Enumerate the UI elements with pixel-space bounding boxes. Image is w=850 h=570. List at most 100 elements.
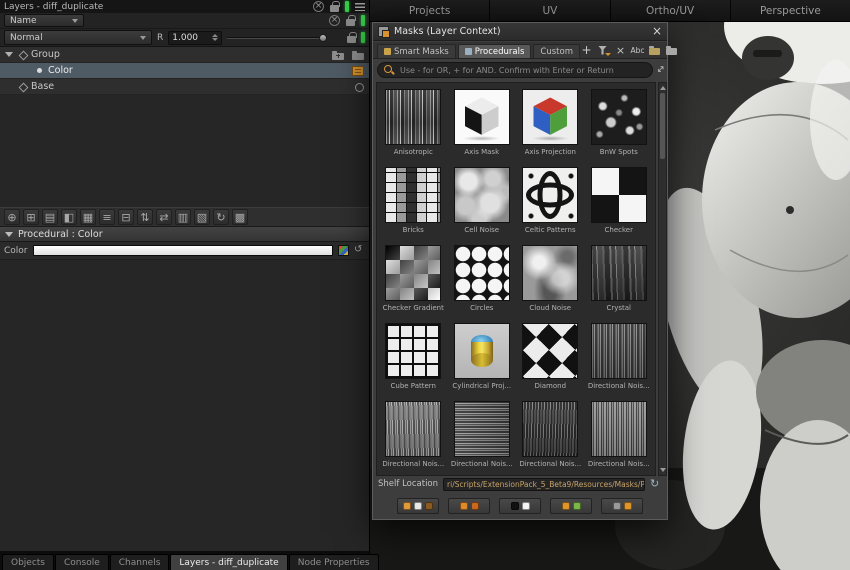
spinner-arrows-icon[interactable]: [212, 34, 218, 41]
reset-icon[interactable]: [354, 245, 365, 257]
tab-label: Procedurals: [475, 47, 525, 57]
refresh-icon[interactable]: [650, 478, 662, 491]
flatten-layers-icon[interactable]: ▩: [232, 209, 248, 225]
mask-name: Cube Pattern: [391, 382, 436, 390]
expander-icon[interactable]: [5, 50, 14, 59]
add-mask-button[interactable]: [580, 44, 593, 57]
merge-layer-icon[interactable]: ▧: [194, 209, 210, 225]
mask-item-directional-nois-16[interactable]: Directional Nois...: [585, 321, 654, 399]
layer-row-group[interactable]: Group: [0, 47, 369, 63]
sync-layers-icon[interactable]: ↻: [213, 209, 229, 225]
add-group-icon[interactable]: ⊞: [23, 209, 39, 225]
new-folder-button[interactable]: [648, 44, 661, 57]
mask-name: Anisotropic: [394, 148, 433, 156]
folder-icon[interactable]: [352, 53, 364, 60]
masks-icon: [378, 26, 389, 37]
mask-item-celtic-patterns-7[interactable]: Celtic Patterns: [516, 165, 585, 243]
scroll-down-icon[interactable]: [660, 468, 666, 472]
lock-icon[interactable]: [346, 19, 355, 26]
panel-tab-layers-diff-duplicate[interactable]: Layers - diff_duplicate: [170, 554, 287, 570]
clear-filter-icon[interactable]: [329, 15, 340, 26]
mask-item-crystal-12[interactable]: Crystal: [585, 243, 654, 321]
viewport-tab-perspective[interactable]: Perspective: [731, 0, 850, 21]
tab-smart-masks[interactable]: Smart Masks: [377, 44, 456, 58]
layer-row-color[interactable]: Color: [0, 63, 369, 79]
lock-icon[interactable]: [347, 36, 356, 43]
layer-row-base[interactable]: Base: [0, 79, 369, 95]
mask-item-axis-mask-2[interactable]: 3DAxis Mask: [448, 87, 517, 165]
status-indicator: [361, 15, 365, 26]
procedural-chip-icon[interactable]: [352, 66, 364, 76]
clear-filter-button[interactable]: [614, 44, 627, 57]
tab-custom[interactable]: Custom: [533, 44, 580, 58]
filter-button[interactable]: [597, 44, 610, 57]
folder-plus-icon[interactable]: [332, 53, 344, 60]
shelf-preset-button-2[interactable]: [448, 498, 490, 514]
panel-tab-console[interactable]: Console: [55, 554, 109, 570]
blend-mode-dropdown[interactable]: Normal: [4, 30, 152, 45]
preset-chip-icon: [425, 502, 433, 510]
shelf-path-field[interactable]: ri/Scripts/ExtensionPack_5_Beta9/Resourc…: [443, 478, 645, 491]
panel-tab-objects[interactable]: Objects: [2, 554, 54, 570]
scrollbar[interactable]: [658, 82, 667, 476]
duplicate-layer-icon[interactable]: ▥: [175, 209, 191, 225]
shelf-preset-button-4[interactable]: [550, 498, 592, 514]
shelf-preset-button-1[interactable]: [397, 498, 439, 514]
mask-item-anisotropic-1[interactable]: Anisotropic: [379, 87, 448, 165]
mask-item-cylindrical-proj-14[interactable]: 3DCylindrical Proj...: [448, 321, 517, 399]
text-filter-button[interactable]: Abc: [631, 44, 644, 57]
close-icon[interactable]: [650, 26, 662, 38]
expand-icon[interactable]: [656, 64, 668, 76]
close-circle-icon[interactable]: [313, 1, 324, 12]
mask-item-checker-8[interactable]: Checker: [585, 165, 654, 243]
add-layer-icon[interactable]: ⊕: [4, 209, 20, 225]
mask-item-diamond-15[interactable]: Diamond: [516, 321, 585, 399]
color-swatch-icon[interactable]: [338, 245, 349, 256]
preset-chip-icon: [573, 502, 581, 510]
procedural-section-header[interactable]: Procedural : Color: [0, 227, 369, 242]
mask-item-cell-noise-6[interactable]: Cell Noise: [448, 165, 517, 243]
mask-thumbnail: [454, 245, 510, 301]
masks-dialog-titlebar[interactable]: Masks (Layer Context): [373, 23, 667, 41]
lock-icon[interactable]: [330, 5, 339, 12]
mask-item-directional-nois-17[interactable]: Directional Nois...: [379, 399, 448, 476]
mask-item-cube-pattern-13[interactable]: Cube Pattern: [379, 321, 448, 399]
browse-folder-button[interactable]: [665, 44, 678, 57]
scrollbar-thumb[interactable]: [660, 93, 665, 159]
mask-item-directional-nois-18[interactable]: Directional Nois...: [448, 399, 517, 476]
viewport-tab-uv[interactable]: UV: [490, 0, 610, 21]
blend-r-toggle[interactable]: R: [157, 33, 163, 43]
viewport-tab-projects[interactable]: Projects: [370, 0, 490, 21]
shelf-preset-button-3[interactable]: [499, 498, 541, 514]
mask-item-axis-projection-3[interactable]: 3DAxis Projection: [516, 87, 585, 165]
mask-item-directional-nois-19[interactable]: Directional Nois...: [516, 399, 585, 476]
tab-procedurals[interactable]: Procedurals: [458, 44, 532, 58]
mask-search-input[interactable]: [400, 66, 646, 75]
mask-item-bricks-5[interactable]: Bricks: [379, 165, 448, 243]
mask-item-directional-nois-20[interactable]: Directional Nois...: [585, 399, 654, 476]
viewport-tab-ortho-uv[interactable]: Ortho/UV: [611, 0, 731, 21]
panel-tab-node-properties[interactable]: Node Properties: [289, 554, 379, 570]
mask-item-checker-gradient-9[interactable]: Checker Gradient: [379, 243, 448, 321]
mask-item-bnw-spots-4[interactable]: BnW Spots: [585, 87, 654, 165]
move-layer-icon[interactable]: ⇅: [137, 209, 153, 225]
scroll-up-icon[interactable]: [660, 86, 666, 90]
blend-amount-field[interactable]: 1.000: [168, 31, 222, 45]
blend-amount-slider[interactable]: [227, 31, 327, 45]
slider-handle[interactable]: [319, 34, 327, 42]
add-adjustment-icon[interactable]: ▤: [42, 209, 58, 225]
mask-item-circles-10[interactable]: Circles: [448, 243, 517, 321]
shelf-preset-button-5[interactable]: [601, 498, 643, 514]
transfer-layer-icon[interactable]: ⇄: [156, 209, 172, 225]
panel-menu-icon[interactable]: [355, 3, 365, 11]
add-mask-icon[interactable]: ◧: [61, 209, 77, 225]
remove-layer-icon[interactable]: ⊟: [118, 209, 134, 225]
add-procedural-icon[interactable]: ▦: [80, 209, 96, 225]
color-value-bar[interactable]: [33, 245, 334, 256]
mask-name: Axis Mask: [464, 148, 499, 156]
layer-list-icon[interactable]: ≡: [99, 209, 115, 225]
mask-item-cloud-noise-11[interactable]: Cloud Noise: [516, 243, 585, 321]
panel-tab-channels[interactable]: Channels: [110, 554, 170, 570]
mask-circle-icon[interactable]: [355, 83, 364, 92]
name-filter-dropdown[interactable]: Name: [4, 14, 84, 27]
